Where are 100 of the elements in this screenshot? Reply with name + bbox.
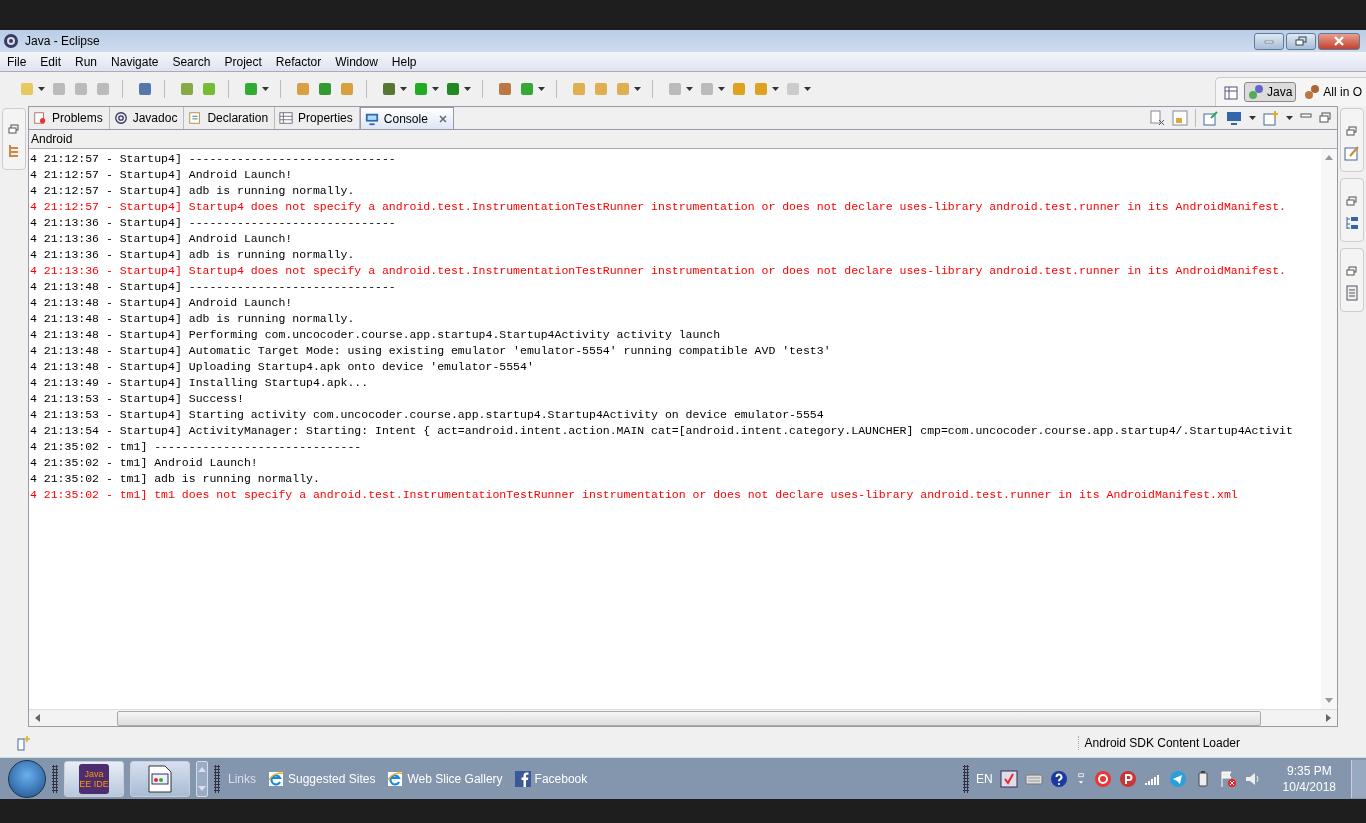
- fast-view-icon[interactable]: [16, 735, 32, 751]
- menu-item[interactable]: File: [0, 54, 34, 69]
- dropdown-caret-icon[interactable]: [262, 87, 269, 91]
- console-line: 4 21:13:48 - Startup4] ------------------------------: [29, 279, 396, 295]
- scroll-up-icon[interactable]: [198, 766, 206, 772]
- dropdown-caret-icon[interactable]: [38, 87, 45, 91]
- perspective-button[interactable]: Java: [1243, 82, 1297, 102]
- paper-plane-icon[interactable]: [1168, 769, 1187, 788]
- dropdown-caret-icon[interactable]: [432, 87, 439, 91]
- dropdown-caret-icon[interactable]: [464, 87, 471, 91]
- document-icon: [188, 111, 203, 125]
- console-line: 4 21:13:36 - Startup4] adb is running normally.: [29, 247, 355, 263]
- problems-icon: [33, 111, 47, 125]
- restore-icon: [1295, 36, 1307, 46]
- console-title: Android: [31, 132, 73, 146]
- scroll-down-icon[interactable]: [1325, 698, 1333, 703]
- status-text: Android SDK Content Loader: [1077, 736, 1240, 750]
- browser-icon: [387, 770, 404, 787]
- menu-item[interactable]: Search: [165, 54, 218, 69]
- menu-item[interactable]: Refactor: [268, 54, 329, 69]
- console-line: 4 21:13:36 - Startup4] ------------------------------: [29, 215, 396, 231]
- help-icon[interactable]: [1049, 769, 1068, 788]
- clear-console-icon[interactable]: [1149, 110, 1165, 126]
- java-perspective-icon: [1247, 84, 1264, 100]
- minimize-icon: [1263, 37, 1275, 45]
- scroll-up-icon[interactable]: [1325, 155, 1333, 160]
- console-line: 4 21:12:57 - Startup4] Android Launch!: [29, 167, 293, 183]
- restore-icon[interactable]: [1346, 125, 1358, 137]
- dropdown-caret-icon[interactable]: [634, 87, 641, 91]
- menu-item[interactable]: Run: [68, 54, 105, 69]
- console-line: 4 21:12:57 - Startup4] adb is running normally.: [29, 183, 355, 199]
- restore-icon[interactable]: [1346, 195, 1358, 207]
- dropdown-caret-icon[interactable]: [400, 87, 407, 91]
- console-line: 4 21:13:36 - Startup4] Android Launch!: [29, 231, 293, 247]
- menu-item[interactable]: Navigate: [104, 54, 166, 69]
- console-line: 4 21:13:48 - Startup4] adb is running normally.: [29, 311, 355, 327]
- eclipse-logo-icon: [3, 33, 19, 49]
- console-line: 4 21:35:02 - tm1] adb is running normally.: [29, 471, 320, 487]
- taskbar-app-button[interactable]: [130, 760, 190, 797]
- flag-error-icon[interactable]: [1218, 769, 1237, 788]
- restore-icon[interactable]: [1346, 265, 1358, 277]
- console-line: 4 21:35:02 - tm1] Android Launch!: [29, 455, 258, 471]
- dropdown-caret-icon[interactable]: [1249, 116, 1256, 120]
- error-line: 4 21:12:57 - Startup4] Startup4 does not specify a android.test.InstrumentationTestRunner instrumentation or does not declare uses-library android.test.runner in its AndroidManifest.: [29, 199, 1286, 215]
- show-desktop-button[interactable]: [1351, 759, 1366, 798]
- scroll-lock-icon[interactable]: [1172, 110, 1188, 126]
- close-icon[interactable]: [438, 114, 447, 123]
- horizontal-scrollbar[interactable]: [29, 709, 1337, 726]
- scroll-right-icon[interactable]: [1326, 714, 1331, 722]
- menu-item[interactable]: Edit: [33, 54, 69, 69]
- console-line: 4 21:13:48 - Startup4] Performing com.uncocoder.course.app.startup4.Startup4Activity activity launch: [29, 327, 721, 343]
- console-line: 4 21:12:57 - Startup4] ------------------------------: [29, 151, 396, 167]
- menu-item[interactable]: Window: [328, 54, 385, 69]
- browser-icon: [268, 770, 284, 787]
- restore-icon[interactable]: [8, 123, 20, 135]
- dropdown-caret-icon[interactable]: [1286, 116, 1293, 120]
- console-line: 4 21:13:54 - Startup4] ActivityManager: Starting: Intent { act=android.intent.action.MAIN cat=[android.intent.category.LAUNCHER] cmp=com.uncocoder.course.app.startup4/.Startup4Activit: [29, 423, 1293, 439]
- console-line: 4 21:13:48 - Startup4] Android Launch!: [29, 295, 293, 311]
- outline-icon[interactable]: [1344, 215, 1360, 231]
- taskbar-app-button[interactable]: Java EE IDE: [64, 760, 124, 797]
- psiphon-p-icon[interactable]: [1118, 769, 1137, 788]
- dropdown-caret-icon[interactable]: [538, 87, 545, 91]
- facebook-icon: [514, 770, 531, 787]
- scrollbar-thumb[interactable]: [117, 710, 1261, 726]
- pin-icon[interactable]: [1203, 110, 1219, 126]
- error-line: 4 21:35:02 - tm1] tm1 does not specify a android.test.InstrumentationTestRunner instrumentation or does not declare uses-library android.test.runner in its AndroidManifest.xml: [29, 487, 1238, 503]
- target-icon[interactable]: [1093, 769, 1112, 788]
- console-line: 4 21:13:49 - Startup4] Installing Startup4.apk...: [29, 375, 369, 391]
- close-icon: [1333, 36, 1345, 46]
- scroll-left-icon[interactable]: [35, 714, 40, 722]
- maximize-icon[interactable]: [1319, 112, 1331, 124]
- window-document-icon: [148, 764, 172, 793]
- minimize-button[interactable]: [1254, 32, 1284, 50]
- view-tab[interactable]: Console: [359, 107, 454, 129]
- error-line: 4 21:13:36 - Startup4] Startup4 does not specify a android.test.InstrumentationTestRunner instrumentation or does not declare uses-library android.test.runner in its AndroidManifest.: [29, 263, 1286, 279]
- dropdown-caret-icon[interactable]: [718, 87, 725, 91]
- vertical-scrollbar[interactable]: [1321, 149, 1337, 709]
- perspective-icon: [1304, 84, 1321, 100]
- display-console-icon[interactable]: [1226, 110, 1242, 126]
- table-icon: [279, 111, 294, 125]
- checklist-icon[interactable]: [999, 769, 1018, 788]
- dropdown-caret-icon[interactable]: [804, 87, 811, 91]
- edit-icon[interactable]: [1344, 145, 1360, 161]
- task-list-icon[interactable]: [1344, 285, 1360, 301]
- taskbar-scroll-button[interactable]: [196, 760, 208, 797]
- close-button[interactable]: [1318, 32, 1360, 50]
- open-perspective-icon[interactable]: [1223, 84, 1240, 100]
- menu-item[interactable]: Project: [217, 54, 269, 69]
- window-title: Java - Eclipse: [25, 34, 100, 48]
- console-line: 4 21:35:02 - tm1] ------------------------------: [29, 439, 362, 455]
- new-console-icon[interactable]: [1263, 110, 1279, 126]
- dropdown-caret-icon[interactable]: [686, 87, 693, 91]
- restore-button[interactable]: [1286, 32, 1316, 50]
- dropdown-caret-icon[interactable]: [772, 87, 779, 91]
- scroll-down-icon[interactable]: [198, 785, 206, 791]
- links-label: Links: [228, 771, 256, 786]
- perspective-button[interactable]: All in O: [1300, 82, 1366, 102]
- console-line: 4 21:13:48 - Startup4] Automatic Target Mode: using existing emulator 'emulator-5554' running compatible AVD 'test3': [29, 343, 831, 359]
- start-button[interactable]: [8, 759, 46, 798]
- menu-item[interactable]: Help: [384, 54, 424, 69]
